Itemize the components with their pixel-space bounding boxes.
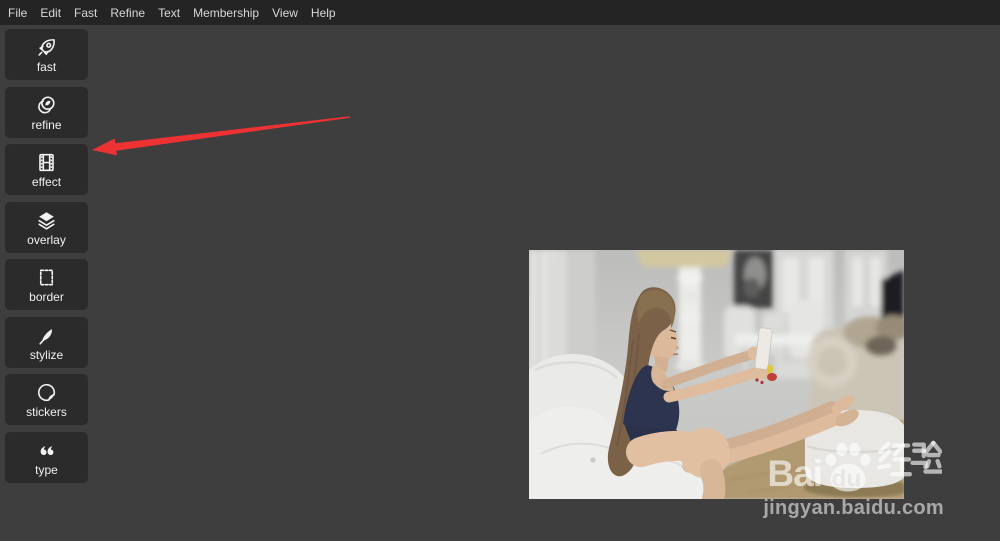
tool-label: refine [31,117,62,132]
tool-button-effect[interactable]: effect [5,144,88,195]
tool-label: stickers [26,405,67,420]
menu-bar: File Edit Fast Refine Text Membership Vi… [0,0,1000,25]
menu-item-view[interactable]: View [272,6,298,20]
tool-label: stylize [29,347,64,362]
layers-icon [35,212,58,232]
tool-label: border [29,290,64,305]
tool-button-refine[interactable]: refine [5,86,88,138]
stamp-frame-icon [35,266,58,289]
tool-button-stylize[interactable]: stylize [5,316,88,368]
menu-item-help[interactable]: Help [311,6,336,20]
tool-sidebar: fast refine effect overlay border styliz… [5,29,88,483]
tool-button-stickers[interactable]: stickers [5,374,88,425]
menu-item-membership[interactable]: Membership [193,6,259,20]
canvas-photo[interactable] [529,250,904,499]
tool-label: overlay [27,232,66,247]
lens-filter-icon [35,94,58,117]
tool-label: fast [36,60,57,75]
rocket-icon [35,36,58,59]
tool-button-overlay[interactable]: overlay [5,201,88,253]
feather-icon [35,328,52,347]
menu-item-refine[interactable]: Refine [110,6,145,20]
film-strip-icon [35,151,58,174]
menu-item-fast[interactable]: Fast [74,6,97,20]
menu-item-edit[interactable]: Edit [40,6,61,20]
double-quote-icon [40,445,54,455]
menu-item-file[interactable]: File [8,6,27,20]
photo-illustration [529,250,904,499]
annotation-arrow-shape [92,116,351,156]
menu-item-text[interactable]: Text [158,6,180,20]
watermark-url: jingyan.baidu.com [763,497,944,519]
tool-button-fast[interactable]: fast [5,29,88,80]
tool-label: type [35,462,58,477]
tool-label: effect [31,175,62,190]
tool-button-border[interactable]: border [5,259,88,310]
peeled-sticker-icon [35,381,58,404]
tool-button-type[interactable]: type [5,431,88,483]
